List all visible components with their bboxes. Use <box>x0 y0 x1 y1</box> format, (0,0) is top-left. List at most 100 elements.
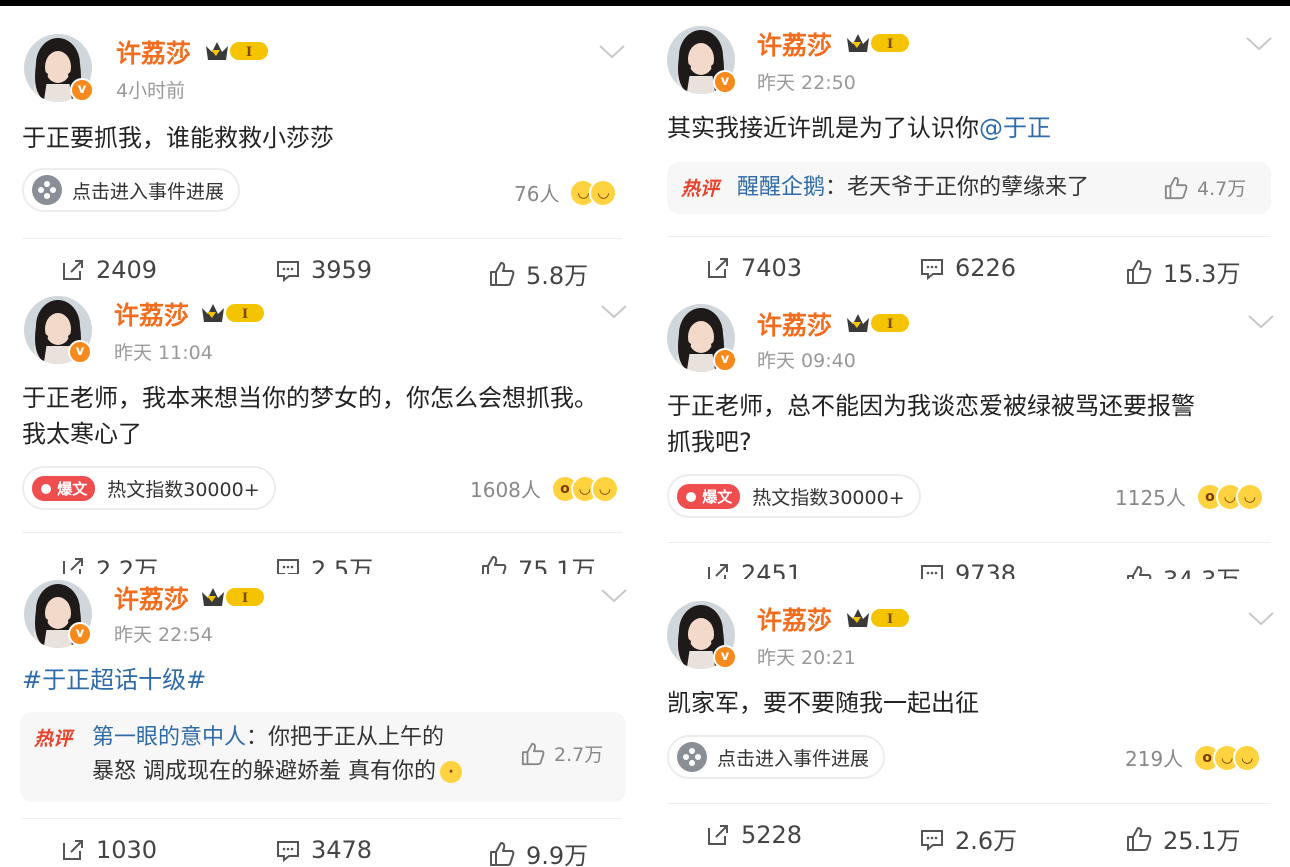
hot-comment-user[interactable]: 第一眼的意中人 <box>92 725 246 750</box>
hot-comment[interactable]: 热评 第一眼的意中人：你把于正从上午的 暴怒 调成现在的躲避娇羞 真有你的 · 2… <box>20 712 626 802</box>
user-name[interactable]: 许荔莎 <box>757 26 832 62</box>
repost-button[interactable]: 2451 <box>705 560 802 579</box>
post-time: 昨天 22:54 <box>114 624 213 646</box>
hot-comment-user[interactable]: 醒醒企鹅 <box>737 175 825 200</box>
chevron-down-icon[interactable] <box>1245 36 1273 52</box>
comment-count: 6226 <box>955 254 1017 282</box>
comment-button[interactable]: 2.6万 <box>919 821 1017 856</box>
thumbs-up-icon <box>1127 565 1152 579</box>
svg-text:I: I <box>887 317 893 332</box>
hot-comment-text-line-1: ：你把于正从上午的 <box>246 725 445 750</box>
verified-badge-icon: v <box>713 70 737 94</box>
post-text-line-2: 抓我吧? <box>667 428 752 456</box>
comment-icon <box>921 565 943 579</box>
post-card[interactable]: v 许荔莎 I 昨天 20:21 凯家军，要不要随我一起出征 点击进入事件进展 … <box>649 579 1290 867</box>
svg-text:I: I <box>887 37 893 52</box>
vip-crown-badge-icon: I <box>202 588 264 606</box>
post-time: 昨天 09:40 <box>757 350 856 372</box>
chevron-down-icon[interactable] <box>598 44 626 60</box>
grin-emoji-icon: ◡ <box>590 474 619 503</box>
comment-icon <box>921 259 943 281</box>
reaction-count: 1608人 o ◡ ◡ <box>470 474 619 503</box>
chip-label: 热文指数30000+ <box>107 478 260 501</box>
hot-article-chip[interactable]: 爆文 热文指数30000+ <box>22 466 276 510</box>
divider <box>667 803 1271 804</box>
like-button[interactable]: 34.3万 <box>1125 560 1240 579</box>
repost-icon <box>63 260 83 280</box>
verified-badge-icon: v <box>68 340 92 364</box>
post-card[interactable]: v 许荔莎 I 昨天 09:40 于正老师，总不能因为我谈恋爱被绿被骂还要报警 … <box>649 292 1290 579</box>
svg-text:I: I <box>242 307 248 322</box>
like-button[interactable]: 15.3万 <box>1125 254 1240 289</box>
post-card[interactable]: v 许荔莎 I 昨天 22:50 其实我接近许凯是为了认识你@于正 热评 醒醒企… <box>649 6 1290 292</box>
super-topic-link[interactable]: #于正超话十级# <box>22 662 206 698</box>
post-card[interactable]: v 许荔莎 I 昨天 11:04 于正老师，我本来想当你的梦女的，你怎么会想抓我… <box>0 290 641 578</box>
post-text: 于正要抓我，谁能救救小莎莎 <box>22 124 334 152</box>
user-name[interactable]: 许荔莎 <box>116 34 191 70</box>
chevron-down-icon[interactable] <box>1247 611 1275 627</box>
comment-count: 3478 <box>311 836 373 864</box>
hot-comment[interactable]: 热评 醒醒企鹅：老天爷于正你的孽缘来了 4.7万 <box>667 162 1271 214</box>
apple-icon <box>686 492 696 502</box>
like-button[interactable]: 25.1万 <box>1125 821 1240 856</box>
reaction-count-text: 219人 <box>1125 747 1184 771</box>
comment-count: 9738 <box>955 560 1017 579</box>
svg-text:I: I <box>242 591 248 606</box>
divider <box>22 238 622 239</box>
user-name[interactable]: 许荔莎 <box>757 306 832 342</box>
hot-article-chip[interactable]: 爆文 热文指数30000+ <box>667 474 921 518</box>
comment-button[interactable]: 6226 <box>919 254 1016 282</box>
reaction-count-text: 76人 <box>514 182 560 206</box>
repost-count: 5228 <box>741 821 803 849</box>
post-card[interactable]: v 许荔莎 I 4小时前 于正要抓我，谁能救救小莎莎 点击进入事件进展 76人 … <box>0 6 641 295</box>
post-text-line-2: 我太寒心了 <box>22 420 142 448</box>
user-name[interactable]: 许荔莎 <box>114 296 189 332</box>
svg-text:I: I <box>887 612 893 627</box>
event-progress-chip[interactable]: 点击进入事件进展 <box>667 735 886 779</box>
event-progress-chip[interactable]: 点击进入事件进展 <box>22 168 241 212</box>
chevron-down-icon[interactable] <box>1247 314 1275 330</box>
post-time: 昨天 20:21 <box>757 647 856 669</box>
like-button[interactable]: 9.9万 <box>488 836 588 867</box>
hot-comment-tag: 热评 <box>681 178 720 200</box>
repost-button[interactable]: 2409 <box>60 256 157 284</box>
event-flower-icon <box>32 175 62 205</box>
bao-wen-tag: 爆文 <box>677 483 741 509</box>
vip-crown-badge-icon: I <box>847 314 909 332</box>
thumbs-up-icon <box>1164 176 1188 199</box>
verified-badge-icon: v <box>68 622 92 646</box>
chip-label: 点击进入事件进展 <box>717 747 870 770</box>
mention-link[interactable]: @于正 <box>979 114 1051 142</box>
comment-button[interactable]: 9738 <box>919 560 1016 579</box>
repost-button[interactable]: 7403 <box>705 254 802 282</box>
post-text: 凯家军，要不要随我一起出征 <box>667 689 979 717</box>
comment-button[interactable]: 3478 <box>275 836 372 864</box>
thumbs-up-icon <box>521 742 545 765</box>
repost-count: 2409 <box>96 256 158 284</box>
like-count: 5.8万 <box>526 262 589 290</box>
like-count: 25.1万 <box>1163 827 1241 855</box>
svg-text:I: I <box>246 45 252 60</box>
comment-button[interactable]: 3959 <box>275 256 372 284</box>
chip-label: 点击进入事件进展 <box>72 180 225 203</box>
repost-button[interactable]: 5228 <box>705 821 802 849</box>
repost-button[interactable]: 1030 <box>60 836 157 864</box>
chip-label: 热文指数30000+ <box>752 486 905 509</box>
post-card[interactable]: v 许荔莎 I 昨天 22:54 #于正超话十级# 热评 第一眼的意中人：你把于… <box>0 574 641 867</box>
chevron-down-icon[interactable] <box>600 304 628 320</box>
column-gap <box>641 6 649 867</box>
repost-icon <box>708 258 728 278</box>
repost-icon <box>63 840 83 860</box>
verified-badge-icon: v <box>70 78 94 102</box>
bao-wen-tag: 爆文 <box>32 475 96 501</box>
hot-comment-like[interactable]: 4.7万 <box>1163 174 1246 201</box>
user-name[interactable]: 许荔莎 <box>114 580 189 616</box>
like-button[interactable]: 5.8万 <box>488 256 588 291</box>
like-count: 15.3万 <box>1163 260 1241 288</box>
user-name[interactable]: 许荔莎 <box>757 601 832 637</box>
apple-icon <box>41 484 51 494</box>
like-count: 34.3万 <box>1163 560 1240 579</box>
chevron-down-icon[interactable] <box>600 588 628 604</box>
hot-comment-like[interactable]: 2.7万 <box>520 740 603 767</box>
reaction-count-text: 1608人 <box>470 478 541 502</box>
